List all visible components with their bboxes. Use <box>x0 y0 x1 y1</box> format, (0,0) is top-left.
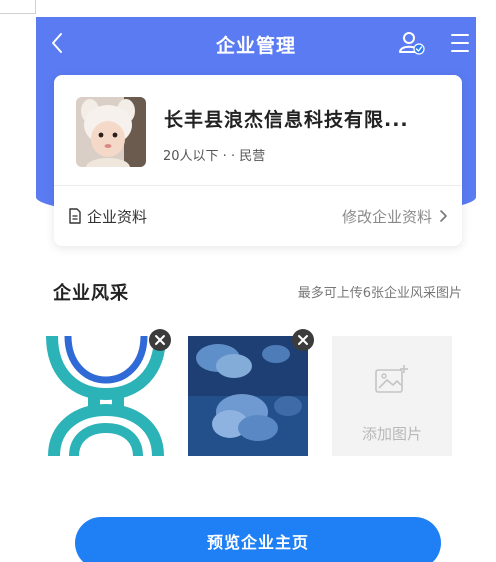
menu-button[interactable] <box>450 32 470 54</box>
close-icon <box>155 335 165 345</box>
close-icon <box>298 335 308 345</box>
add-image-button[interactable]: 添加图片 <box>332 336 452 456</box>
window-corner-mark <box>0 0 36 14</box>
company-name: 长丰县浪杰信息科技有限... <box>164 109 409 131</box>
preview-homepage-button[interactable]: 预览企业主页 <box>75 517 441 562</box>
document-icon <box>69 208 81 224</box>
card-divider <box>54 185 462 186</box>
navbar: 企业管理 <box>36 17 476 69</box>
app-screen: 企业管理 长丰县浪杰信息科技有限... 20人以下 · · 民营 企业资料 修改… <box>36 17 476 562</box>
company-avatar[interactable] <box>76 97 146 167</box>
company-info-link[interactable]: 企业资料 <box>68 205 147 227</box>
avatar-photo-icon <box>76 97 146 167</box>
add-image-label: 添加图片 <box>361 425 422 443</box>
gallery-hint: 最多可上传6张企业风采图片 <box>297 286 462 301</box>
gallery-image-1[interactable] <box>46 336 166 456</box>
edit-company-info-label: 修改企业资料 <box>341 207 432 226</box>
menu-icon <box>451 34 469 52</box>
sky-clouds-image <box>188 336 308 456</box>
remove-image-1-button[interactable] <box>149 329 171 351</box>
gallery-image-2[interactable] <box>188 336 308 456</box>
add-image-icon <box>375 365 408 393</box>
company-logo-image <box>46 336 166 456</box>
edit-company-info-link[interactable]: 修改企业资料 <box>342 205 448 227</box>
company-meta: 20人以下 · · 民营 <box>163 149 266 164</box>
chevron-right-icon <box>440 210 447 222</box>
gallery-title: 企业风采 <box>53 283 129 304</box>
verified-user-icon <box>399 32 425 55</box>
remove-image-2-button[interactable] <box>292 329 314 351</box>
company-card: 长丰县浪杰信息科技有限... 20人以下 · · 民营 企业资料 修改企业资料 <box>54 75 462 246</box>
company-info-label: 企业资料 <box>87 207 148 226</box>
account-button[interactable] <box>398 30 426 56</box>
